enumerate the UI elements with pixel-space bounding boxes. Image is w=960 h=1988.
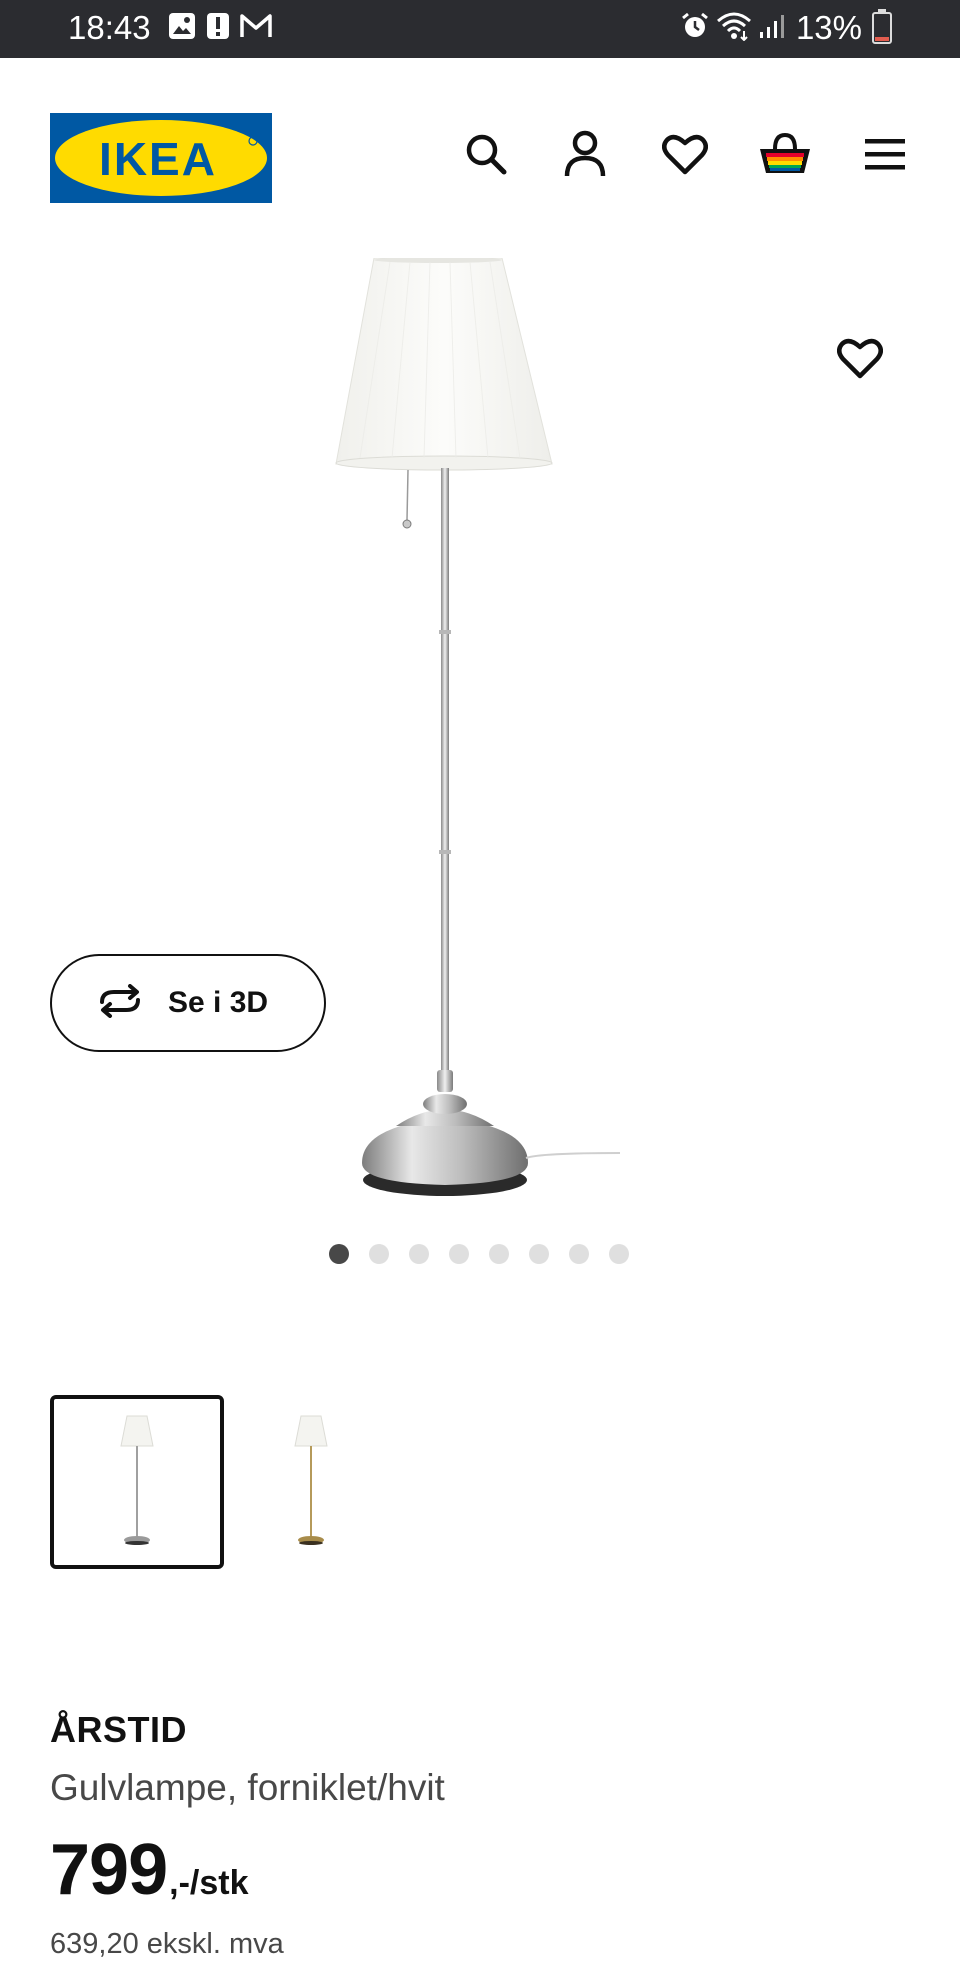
variant-thumbnail-brass[interactable]	[224, 1395, 398, 1569]
gallery-dot[interactable]	[529, 1244, 549, 1264]
cart-icon[interactable]	[757, 126, 813, 182]
battery-level	[875, 37, 889, 41]
add-to-wishlist-button[interactable]	[830, 328, 890, 388]
view-in-3d-button[interactable]: Se i 3D	[50, 954, 326, 1052]
product-description: Gulvlampe, forniklet/hvit	[50, 1767, 445, 1808]
product-info: ÅRSTID Gulvlampe, forniklet/hvit 799 ,-/…	[50, 1708, 910, 1962]
alert-icon	[206, 12, 230, 45]
product-gallery[interactable]: Se i 3D	[0, 228, 960, 1288]
status-time: 18:43	[68, 9, 151, 46]
alarm-icon	[680, 11, 710, 46]
wishlist-icon[interactable]	[657, 126, 713, 182]
search-icon[interactable]	[458, 126, 514, 182]
variant-thumbnails	[50, 1395, 398, 1569]
account-icon[interactable]	[557, 126, 613, 182]
price-excluding-vat: 639,20 ekskl. mva	[50, 1928, 284, 1960]
svg-text:IKEA: IKEA	[99, 133, 217, 185]
gallery-dot[interactable]	[489, 1244, 509, 1264]
rotate-3d-icon	[94, 983, 146, 1023]
wifi-icon	[716, 11, 752, 46]
product-name: ÅRSTID	[50, 1709, 187, 1750]
status-bar: 18:43 13%	[0, 0, 960, 58]
gallery-dot[interactable]	[369, 1244, 389, 1264]
signal-icon	[758, 12, 786, 45]
gallery-dot[interactable]	[409, 1244, 429, 1264]
battery-icon	[872, 9, 892, 44]
notification-icons	[168, 12, 272, 45]
ikea-logo[interactable]: IKEA	[50, 113, 272, 203]
gmail-icon	[240, 13, 272, 44]
variant-thumbnail-nickel[interactable]	[50, 1395, 224, 1569]
heart-icon	[837, 338, 883, 379]
menu-icon[interactable]	[857, 126, 913, 182]
gallery-dot[interactable]	[449, 1244, 469, 1264]
system-icons: 13%	[680, 9, 892, 46]
price-integer: 799	[50, 1830, 168, 1910]
product-image[interactable]	[300, 257, 660, 1198]
gallery-pagination	[329, 1244, 629, 1264]
view-in-3d-label: Se i 3D	[168, 986, 269, 1019]
gallery-dot[interactable]	[329, 1244, 349, 1264]
price: 799 ,-/stk	[50, 1832, 910, 1908]
image-icon	[168, 12, 196, 45]
site-header: IKEA	[0, 58, 960, 228]
gallery-dot[interactable]	[569, 1244, 589, 1264]
gallery-dot[interactable]	[609, 1244, 629, 1264]
battery-percent: 13%	[795, 9, 862, 46]
price-suffix: ,-/stk	[169, 1864, 249, 1902]
